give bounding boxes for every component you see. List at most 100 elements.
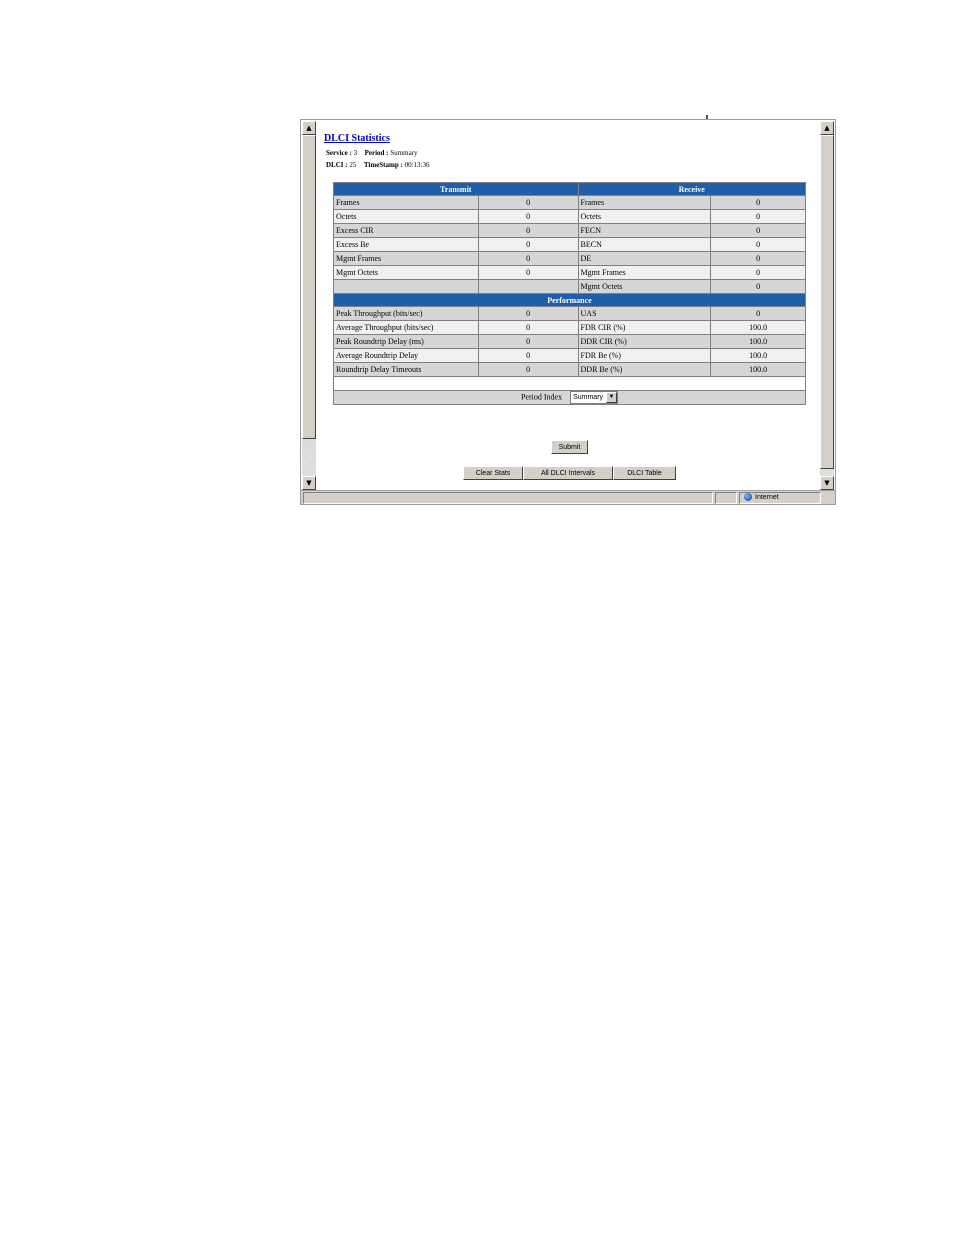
period-index-row: Period Index Summary ▼ (333, 390, 806, 405)
all-dlci-intervals-button[interactable]: All DLCI Intervals (523, 466, 613, 480)
left-scroll-thumb[interactable] (302, 135, 316, 439)
traffic-left-value: 0 (477, 237, 579, 252)
traffic-left-value (477, 279, 579, 294)
performance-right-label: DDR Be (%) (577, 362, 712, 377)
traffic-row: Mgmt Octets 0 Mgmt Frames 0 (333, 265, 806, 280)
period-index-selected: Summary (573, 394, 604, 401)
traffic-left-label: Mgmt Frames (333, 251, 479, 266)
traffic-row: Frames 0 Frames 0 (333, 195, 806, 210)
traffic-left-label: Mgmt Octets (333, 265, 479, 280)
traffic-left-value: 0 (477, 223, 579, 238)
performance-header-row: Performance (333, 293, 806, 307)
scroll-down-arrow-icon[interactable]: ▼ (302, 476, 316, 490)
traffic-right-label: DE (577, 251, 712, 266)
right-scrollbar[interactable]: ▲ ▼ (820, 121, 834, 490)
transmit-header: Transmit (333, 182, 579, 196)
dlci-label: DLCI : (326, 161, 348, 169)
traffic-right-label: Mgmt Octets (577, 279, 712, 294)
traffic-right-label: Octets (577, 209, 712, 224)
status-text-cell (303, 492, 713, 504)
spacer-cell (333, 376, 806, 391)
traffic-row: Mgmt Octets 0 (333, 279, 806, 294)
performance-right-value: 100.0 (710, 362, 806, 377)
performance-right-label: UAS (577, 306, 712, 321)
receive-header: Receive (577, 182, 807, 196)
dlci-value: 25 (349, 161, 357, 169)
traffic-left-value: 0 (477, 209, 579, 224)
traffic-left-value: 0 (477, 251, 579, 266)
performance-row: Roundtrip Delay Timeouts 0 DDR Be (%) 100.0 (333, 362, 806, 377)
right-scroll-thumb[interactable] (820, 135, 834, 469)
traffic-left-label: Excess Be (333, 237, 479, 252)
dlci-statistics-table: Transmit Receive Frames 0 Frames 0 Octets 0 Oc… (333, 182, 807, 405)
performance-left-value: 0 (477, 348, 579, 363)
security-zone: Internet (739, 492, 821, 504)
service-period-line: Service : 3 Period : Summary (326, 149, 813, 157)
period-index-label: Period Index (520, 392, 563, 402)
performance-right-value: 0 (710, 306, 806, 321)
performance-left-value: 0 (477, 362, 579, 377)
performance-row: Peak Roundtrip Delay (ms) 0 DDR CIR (%) 100… (333, 334, 806, 349)
traffic-row: Mgmt Frames 0 DE 0 (333, 251, 806, 266)
timestamp-value: 00:13:36 (404, 161, 430, 169)
performance-header: Performance (333, 293, 806, 307)
performance-left-label: Average Roundtrip Delay (333, 348, 479, 363)
chevron-down-icon[interactable]: ▼ (606, 392, 618, 403)
traffic-left-label: Frames (333, 195, 479, 210)
dlci-table-button[interactable]: DLCI Table (613, 466, 676, 480)
traffic-right-value: 0 (710, 209, 806, 224)
traffic-right-value: 0 (710, 223, 806, 238)
traffic-right-label: BECN (577, 237, 712, 252)
dlci-timestamp-line: DLCI : 25 TimeStamp : 00:13:36 (326, 161, 813, 169)
clear-stats-button[interactable]: Clear Stats (463, 466, 523, 480)
traffic-right-value: 0 (710, 195, 806, 210)
performance-right-value: 100.0 (710, 334, 806, 349)
zone-label: Internet (755, 494, 779, 501)
traffic-left-value: 0 (477, 265, 579, 280)
transmit-receive-header-row: Transmit Receive (333, 182, 807, 196)
period-label: Period : (364, 149, 389, 157)
service-value: 3 (353, 149, 358, 157)
performance-left-label: Peak Throughput (bits/sec) (333, 306, 479, 321)
globe-icon (744, 493, 752, 502)
submit-button[interactable]: Submit (551, 440, 588, 454)
traffic-right-label: FECN (577, 223, 712, 238)
left-scrollbar[interactable]: ▲ ▼ (302, 121, 316, 490)
scroll-up-arrow-icon[interactable]: ▲ (302, 121, 316, 135)
traffic-right-value: 0 (710, 265, 806, 280)
traffic-right-value: 0 (710, 251, 806, 266)
status-bar: Internet (301, 490, 835, 504)
performance-right-value: 100.0 (710, 348, 806, 363)
performance-right-label: FDR Be (%) (577, 348, 712, 363)
period-index-cell: Period Index Summary ▼ (333, 390, 806, 405)
period-value: Summary (390, 149, 418, 157)
page-content: DLCI Statistics Service : 3 Period : Sum… (323, 128, 813, 169)
period-index-select[interactable]: Summary ▼ (570, 391, 619, 404)
page-title-link[interactable]: DLCI Statistics (324, 133, 390, 144)
status-progress-cell (715, 492, 737, 504)
performance-right-value: 100.0 (710, 320, 806, 335)
traffic-left-label (333, 279, 479, 294)
performance-left-label: Roundtrip Delay Timeouts (333, 362, 479, 377)
traffic-left-value: 0 (477, 195, 579, 210)
scroll-up-arrow-icon[interactable]: ▲ (820, 121, 834, 135)
performance-right-label: FDR CIR (%) (577, 320, 712, 335)
timestamp-label: TimeStamp : (363, 161, 403, 169)
service-label: Service : (326, 149, 352, 157)
browser-window: ▲ ▼ ▲ ▼ DLCI Statistics Service : 3 Peri… (300, 119, 836, 505)
performance-left-value: 0 (477, 306, 579, 321)
performance-row: Average Roundtrip Delay 0 FDR Be (%) 100.0 (333, 348, 806, 363)
scroll-down-arrow-icon[interactable]: ▼ (820, 476, 834, 490)
traffic-right-label: Mgmt Frames (577, 265, 712, 280)
performance-left-label: Peak Roundtrip Delay (ms) (333, 334, 479, 349)
performance-right-label: DDR CIR (%) (577, 334, 712, 349)
traffic-left-label: Excess CIR (333, 223, 479, 238)
performance-row: Peak Throughput (bits/sec) 0 UAS 0 (333, 306, 806, 321)
traffic-row: Octets 0 Octets 0 (333, 209, 806, 224)
traffic-right-value: 0 (710, 237, 806, 252)
performance-row: Average Throughput (bits/sec) 0 FDR CIR (%… (333, 320, 806, 335)
performance-left-label: Average Throughput (bits/sec) (333, 320, 479, 335)
traffic-row: Excess Be 0 BECN 0 (333, 237, 806, 252)
performance-left-value: 0 (477, 334, 579, 349)
spacer-row (333, 376, 806, 391)
